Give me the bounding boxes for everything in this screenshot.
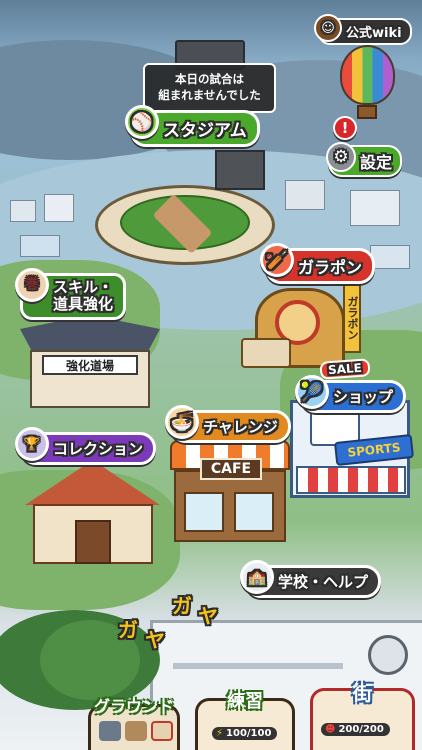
skill-label-line1: スキル・ [53,278,114,296]
gacha-banner: ガラポン [343,283,361,353]
tab-practice[interactable]: 練習 ⚡ 100/100 [195,691,295,750]
bat-ball-icon: 🏏 [260,243,294,277]
settings-label: 設定 [360,153,393,172]
cafe-sign: CAFE [200,458,262,480]
practice-stamina: ⚡ 100/100 [212,727,278,740]
alert-badge[interactable]: ! [333,116,357,140]
town-label: 街 [352,681,373,705]
dojo-sign: 強化道場 [42,355,138,375]
sale-badge: SALE [319,358,371,380]
practice-label: 練習 [227,691,263,712]
school-help-label: 学校・ヘルプ [278,573,369,591]
practice-count: 100/100 [226,728,272,739]
gift-icon [151,721,173,741]
shop-button[interactable]: 🎾 ショップ SALE [295,358,407,413]
school-help-button[interactable]: 🏫 学校・ヘルプ [240,560,382,598]
challenge-button[interactable]: 🍜 チャレンジ [165,405,291,443]
collection-building[interactable] [25,460,160,570]
gear-icon: ⚙ [326,142,356,172]
tab-town[interactable]: 街 ☻ 200/200 [310,681,415,750]
challenge-label: チャレンジ [203,418,278,436]
stadium-building[interactable] [95,150,275,265]
school-icon: 🏫 [240,560,274,594]
character-avatar-icon: ☺ [314,14,342,42]
town-count: 200/200 [338,724,384,735]
baseball-player-icon: ⚾ [125,105,159,139]
wiki-button[interactable]: ☺ 公式wiki [314,14,412,45]
collection-label: コレクション [53,440,144,458]
bowl-icon: 🍜 [165,405,199,439]
settings-button[interactable]: ⚙ 設定 [326,142,403,177]
hot-air-balloon [340,45,395,105]
gacha-building[interactable]: ガラポン [235,278,365,373]
skill-button[interactable]: 巻 スキル・ 道具強化 [15,268,127,320]
shop-label: ショップ [333,388,394,406]
cafe-building[interactable]: CAFE [170,440,290,545]
wiki-label: 公式wiki [346,26,402,41]
stadium-button[interactable]: ⚾ スタジアム [125,105,260,147]
dojo-building[interactable]: 強化道場 [20,315,160,410]
skill-label-line2: 道具強化 [53,295,114,314]
balloon-basket [357,105,377,119]
smile-icon: ☻ [325,724,336,735]
town-stamina: ☻ 200/200 [321,723,390,736]
collection-button[interactable]: 🏆 コレクション [15,427,157,465]
stamina-icon: ⚡ [216,728,224,739]
gacha-button[interactable]: 🏏 ガラポン [260,243,376,284]
scroll-icon: 巻 [15,268,49,302]
ground-label: グラウンド [93,697,175,716]
racket-icon: 🎾 [295,375,329,409]
tab-ground[interactable]: グラウンド [88,697,180,750]
helmet-icon [99,721,121,741]
equipment-icon [125,721,147,741]
gacha-label: ガラポン [298,258,363,277]
stadium-notice: 本日の試合は 組まれませんでした [143,63,276,113]
shop-building[interactable]: SPORTS [290,400,415,500]
trophy-icon: 🏆 [15,427,49,461]
stadium-label: スタジアム [163,121,247,141]
bottom-dock: グラウンド 練習 ⚡ 100/100 街 ☻ 200/200 [0,681,422,750]
